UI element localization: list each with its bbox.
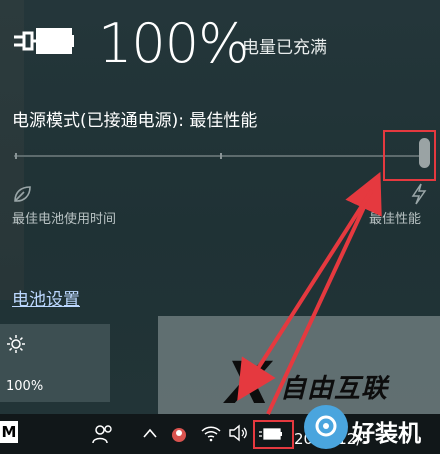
- battery-status: 电量已充满: [242, 38, 327, 58]
- battery-charging-icon: [14, 28, 74, 54]
- watermark-logo-text: 自由互联: [280, 374, 389, 404]
- slider-left-caption: 最佳电池使用时间: [12, 212, 117, 227]
- start-app-icon[interactable]: M: [0, 421, 18, 443]
- brand-logo-icon: [315, 415, 337, 437]
- power-mode-label: 电源模式(已接通电源): 最佳性能: [12, 111, 258, 131]
- slider-tick: [220, 153, 222, 159]
- brightness-value: 100%: [6, 379, 44, 394]
- watermark-logo-glyph: X: [226, 349, 271, 417]
- leaf-icon: [14, 186, 31, 202]
- slider-right-caption: 最佳性能: [369, 212, 422, 227]
- battery-percent: 100%: [98, 12, 249, 75]
- chevron-up-icon[interactable]: [143, 428, 157, 438]
- highlight-box: [383, 130, 436, 181]
- volume-icon[interactable]: [228, 424, 248, 442]
- app-icon[interactable]: [170, 424, 188, 444]
- battery-settings-link[interactable]: 电池设置: [12, 285, 80, 310]
- highlight-box: [253, 420, 294, 449]
- brightness-sun-icon: [7, 335, 25, 353]
- power-mode-slider-track[interactable]: [14, 155, 430, 157]
- wifi-icon[interactable]: [200, 424, 222, 442]
- brand-text: 好装机: [352, 421, 421, 447]
- slider-tick: [15, 153, 17, 159]
- lightning-bolt-icon: [411, 183, 427, 205]
- people-icon[interactable]: [92, 424, 114, 444]
